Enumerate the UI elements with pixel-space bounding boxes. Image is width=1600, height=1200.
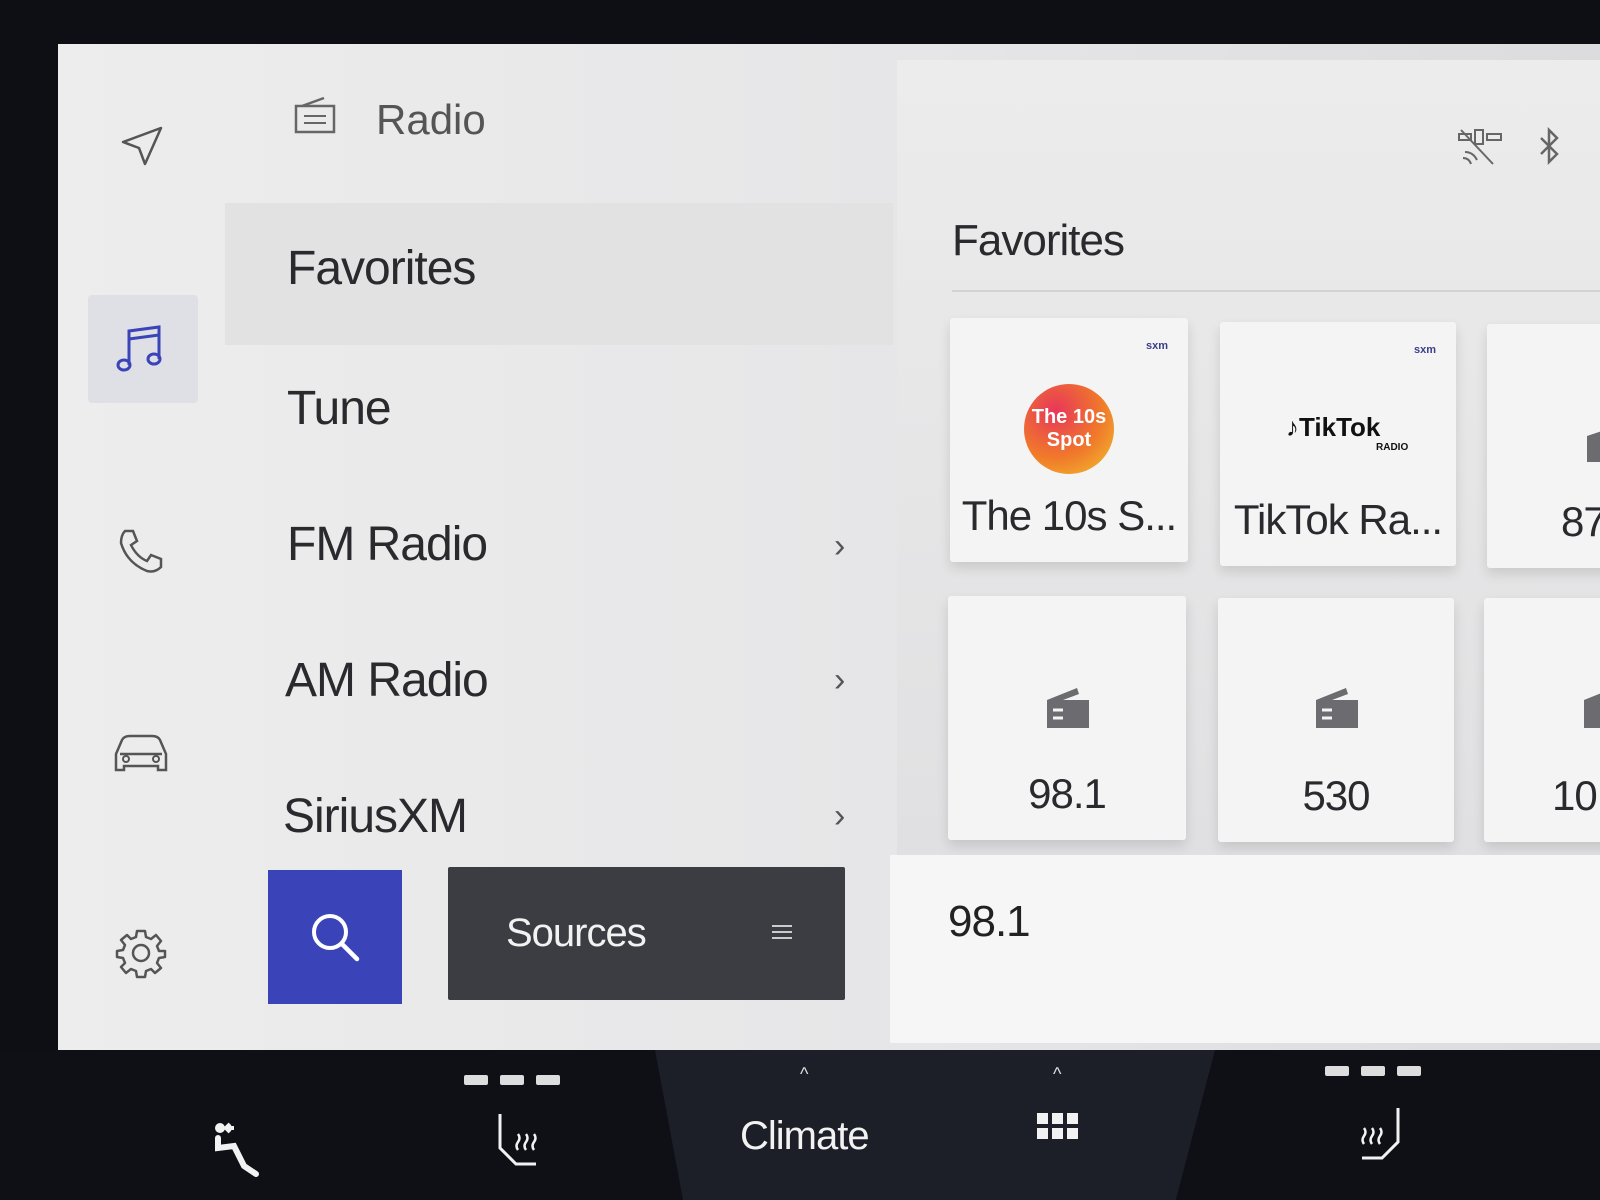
heated-seat-right-icon[interactable] — [1354, 1106, 1402, 1167]
climate-button[interactable]: Climate — [740, 1114, 870, 1159]
card-label: 10 — [1552, 772, 1598, 819]
menu-item-siriusxm[interactable]: SiriusXM › — [225, 753, 893, 863]
chevron-right-icon: › — [834, 661, 846, 699]
bluetooth-icon — [1538, 126, 1562, 171]
radio-icon — [1316, 688, 1358, 728]
menu-item-favorites[interactable]: Favorites — [225, 203, 893, 345]
card-label: TikTok Ra... — [1233, 496, 1443, 543]
apps-caret-icon: ^ — [1053, 1064, 1062, 1084]
chevron-right-icon: › — [834, 527, 846, 565]
favorite-card-530[interactable]: 530 — [1218, 598, 1454, 842]
menu-item-am-radio[interactable]: AM Radio › — [225, 617, 893, 753]
menu-item-label: FM Radio — [287, 518, 488, 571]
radio-icon — [1584, 693, 1600, 728]
tiktok-logo: ♪TikTok — [1286, 412, 1381, 442]
divider — [952, 290, 1600, 292]
heated-seat-left-icon[interactable] — [496, 1112, 544, 1173]
phone-icon[interactable] — [110, 520, 172, 582]
menu-lines-icon — [772, 925, 792, 939]
radio-icon — [1587, 431, 1600, 462]
favorite-card-10s-spot[interactable]: sxm The 10s Spot The 10s S... — [950, 318, 1188, 562]
menu-item-label: SiriusXM — [283, 790, 468, 843]
app-grid-icon[interactable] — [1037, 1113, 1078, 1139]
radio-icon — [1047, 688, 1089, 728]
satellite-off-icon — [1457, 128, 1503, 173]
card-label: 87 — [1561, 498, 1600, 545]
radio-icon — [294, 96, 336, 139]
favorite-card-10[interactable]: 10 — [1484, 598, 1600, 842]
navigation-arrow-icon[interactable] — [110, 115, 172, 177]
card-label: 98.1 — [1028, 770, 1107, 817]
climate-caret-icon: ^ — [800, 1064, 809, 1084]
chevron-right-icon: › — [834, 797, 846, 835]
seat-heat-level-right — [1325, 1066, 1421, 1076]
card-label: 530 — [1302, 772, 1370, 819]
gear-icon[interactable] — [110, 922, 172, 984]
menu-item-label: Tune — [287, 382, 392, 435]
favorite-card-87[interactable]: 87 — [1487, 324, 1600, 568]
menu-item-label: Favorites — [287, 242, 476, 295]
sxm-badge: sxm — [1145, 340, 1168, 352]
sxm-badge: sxm — [1413, 344, 1436, 356]
seat-heat-level-left — [464, 1075, 560, 1085]
page-title: Radio — [376, 96, 486, 143]
favorites-heading: Favorites — [952, 216, 1125, 265]
search-button[interactable] — [268, 870, 402, 1004]
now-playing-station: 98.1 — [948, 897, 1031, 946]
card-label: The 10s S... — [961, 492, 1177, 539]
menu-item-label: AM Radio — [285, 654, 489, 707]
sources-button[interactable]: Sources — [448, 867, 845, 1000]
menu-item-tune[interactable]: Tune — [225, 345, 893, 481]
sources-label: Sources — [506, 911, 647, 955]
tiktok-logo-sub: RADIO — [1376, 442, 1409, 453]
now-playing-bar[interactable]: 98.1 — [890, 855, 1600, 1043]
recline-seat-icon[interactable] — [212, 1118, 268, 1183]
car-icon[interactable] — [110, 722, 172, 784]
10s-spot-logo: The 10s Spot — [1024, 384, 1114, 474]
search-icon — [312, 914, 360, 962]
favorite-card-98-1[interactable]: 98.1 — [948, 596, 1186, 840]
climate-tray — [655, 1050, 1215, 1200]
music-note-icon[interactable] — [110, 318, 172, 380]
favorite-card-tiktok-radio[interactable]: sxm ♪TikTok RADIO TikTok Ra... — [1220, 322, 1456, 566]
menu-item-fm-radio[interactable]: FM Radio › — [225, 481, 893, 617]
